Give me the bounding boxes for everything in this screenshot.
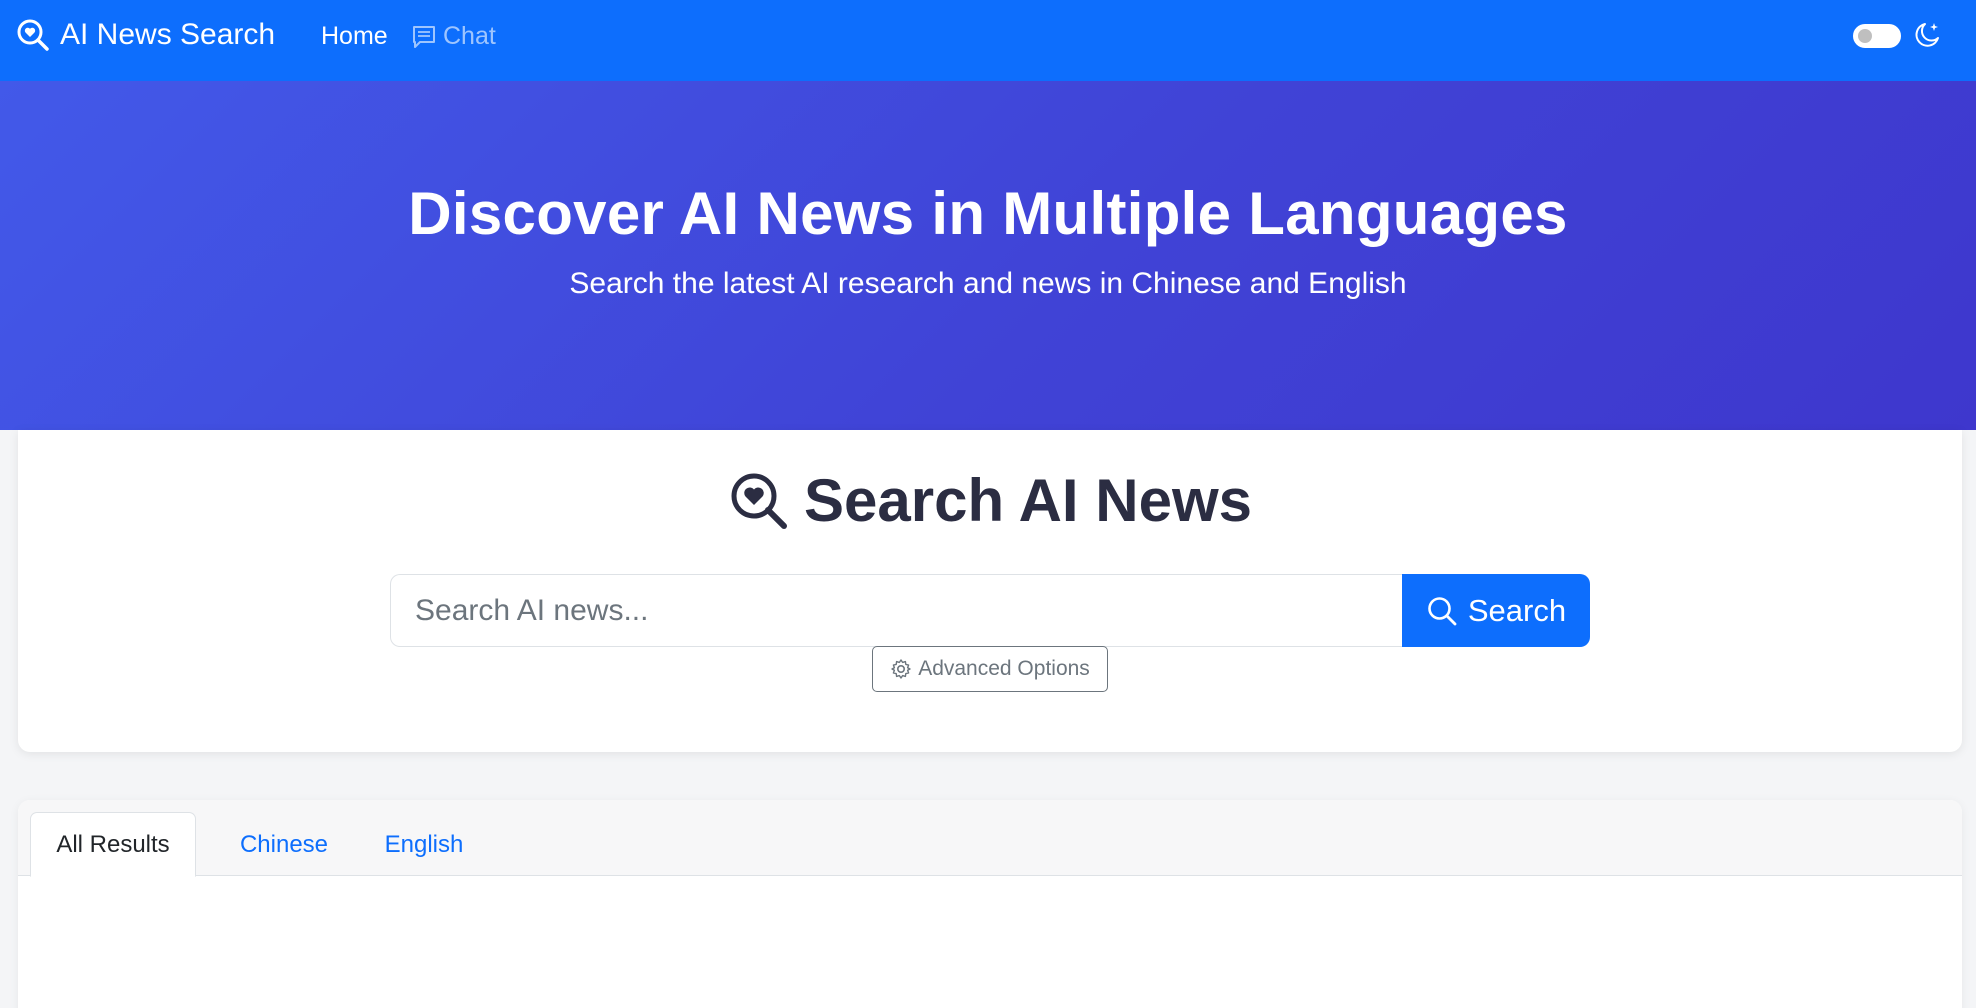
navbar: AI News Search Home Chat: [0, 0, 1976, 81]
advanced-options-button[interactable]: Advanced Options: [872, 646, 1108, 692]
hero-title: Discover AI News in Multiple Languages: [408, 180, 1568, 247]
search-button-label: Search: [1467, 592, 1567, 628]
brand-label: AI News Search: [60, 18, 276, 51]
nav-chat-label: Chat: [443, 22, 496, 50]
search-button[interactable]: Search: [1402, 574, 1590, 647]
tab-all-results-label: All Results: [56, 830, 170, 858]
advanced-options-label: Advanced Options: [918, 657, 1090, 680]
search-heart-icon: [728, 470, 790, 532]
tab-chinese[interactable]: Chinese: [208, 812, 360, 877]
search-card: Search AI News Search Advanced Options: [18, 430, 1962, 752]
nav-chat[interactable]: Chat: [411, 22, 496, 51]
results-tabs: All Results Chinese English: [18, 800, 1962, 877]
tab-chinese-label: Chinese: [239, 830, 329, 858]
nav-home[interactable]: Home: [321, 22, 388, 51]
gear-icon: [890, 658, 912, 680]
results-card: All Results Chinese English: [18, 800, 1962, 1008]
search-icon: [1426, 595, 1458, 627]
search-heading: Search AI News: [18, 466, 1962, 535]
search-input[interactable]: [390, 574, 1402, 647]
hero-subtitle: Search the latest AI research and news i…: [569, 267, 1407, 300]
toggle-knob: [1858, 29, 1872, 43]
search-heading-text: Search AI News: [804, 467, 1252, 534]
hero-banner: Discover AI News in Multiple Languages S…: [0, 81, 1976, 430]
brand-link[interactable]: AI News Search: [16, 18, 275, 52]
dark-mode-toggle[interactable]: [1853, 24, 1901, 48]
search-heart-icon: [16, 18, 50, 52]
tab-all-results[interactable]: All Results: [30, 812, 196, 877]
chat-icon: [411, 24, 437, 50]
search-group: Search: [390, 574, 1590, 647]
tab-english[interactable]: English: [362, 812, 486, 877]
nav-home-label: Home: [321, 22, 388, 50]
tab-english-label: English: [384, 830, 464, 858]
moon-stars-icon: [1912, 20, 1942, 50]
